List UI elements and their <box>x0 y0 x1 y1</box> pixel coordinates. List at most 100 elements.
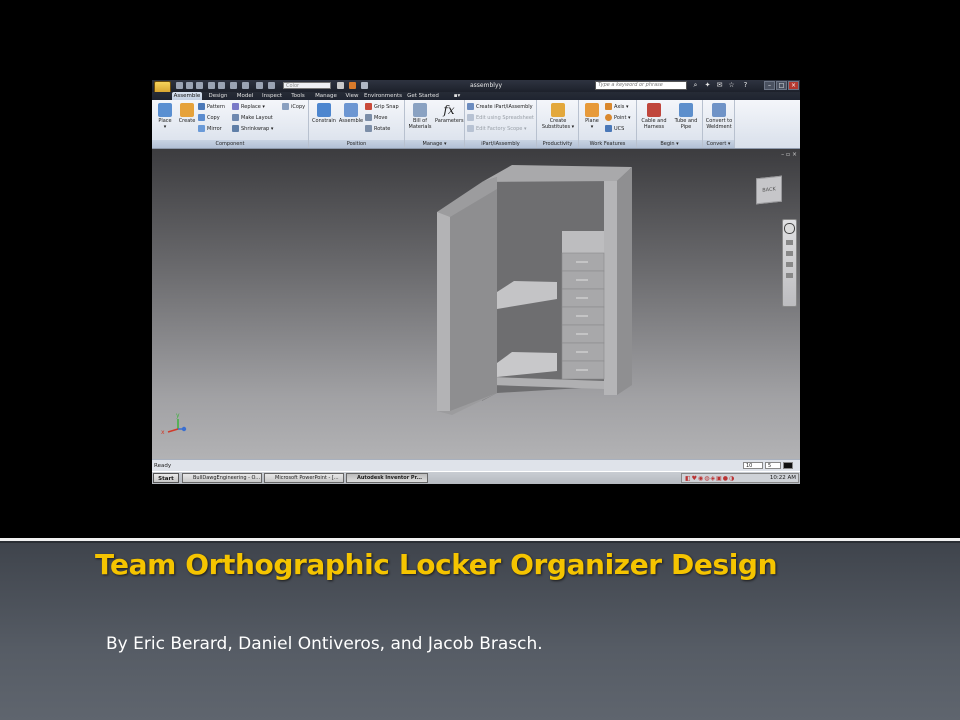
viewcube[interactable]: BACK <box>756 175 782 205</box>
component-icon[interactable] <box>268 82 275 89</box>
favorites-icon[interactable]: ☆ <box>728 82 735 89</box>
panel-position: Constrain Assemble Grip Snap Move Rotate… <box>309 100 405 148</box>
plane-icon <box>585 103 599 117</box>
graphics-viewport[interactable]: x y BACK – ▫ × <box>152 149 800 459</box>
create-ipart-button[interactable]: Create iPart/iAssembly <box>467 103 533 112</box>
new-icon[interactable] <box>176 82 183 89</box>
create-label: Create <box>178 118 196 124</box>
locker-door-front <box>437 212 450 411</box>
make-layout-button[interactable]: Make Layout <box>232 114 273 123</box>
taskbar-item-powerpoint[interactable]: Microsoft PowerPoint - [... <box>264 473 344 483</box>
icopy-button[interactable]: iCopy <box>282 103 305 112</box>
mirror-icon <box>198 125 205 132</box>
assemble-label: Assemble <box>338 118 364 124</box>
point-button[interactable]: Point ▾ <box>605 114 631 123</box>
factory-scope-icon <box>467 125 474 132</box>
close-button[interactable]: × <box>788 81 799 90</box>
mirror-button[interactable]: Mirror <box>198 125 222 134</box>
save-icon[interactable] <box>196 82 203 89</box>
windows-taskbar: Start BullDawgEngineering - O... Microso… <box>152 471 800 484</box>
grip-snap-label: Grip Snap <box>374 104 399 110</box>
ribbon-options-icon[interactable]: ▪▾ <box>450 92 464 100</box>
undo-icon[interactable] <box>208 82 215 89</box>
pattern-button[interactable]: Pattern <box>198 103 225 112</box>
grip-snap-button[interactable]: Grip Snap <box>365 103 399 112</box>
bill-label-line2: Materials <box>408 123 432 130</box>
status-count-2: 5 <box>765 462 781 469</box>
edit-factory-scope-button[interactable]: Edit Factory Scope ▾ <box>467 125 526 134</box>
tab-get-started[interactable]: Get Started <box>406 92 440 100</box>
ucs-button[interactable]: UCS <box>605 125 624 134</box>
tube-pipe-button[interactable]: Tube and Pipe <box>671 103 701 130</box>
constrain-button[interactable]: Constrain <box>311 103 337 125</box>
fx-icon[interactable] <box>337 82 344 89</box>
tab-environments[interactable]: Environments <box>364 92 402 100</box>
system-tray: ◧♥◉◍◈▣●◑ 10:22 AM <box>681 473 799 483</box>
start-button[interactable]: Start <box>153 473 179 483</box>
taskbar-item-inventor[interactable]: Autodesk Inventor Pr... <box>346 473 428 483</box>
communication-icon[interactable]: ✉ <box>716 82 723 89</box>
make-layout-label: Make Layout <box>241 115 273 121</box>
place-button[interactable]: Place ▾ <box>154 103 176 130</box>
replace-button[interactable]: Replace ▾ <box>232 103 265 112</box>
orbit-icon[interactable] <box>786 262 793 267</box>
navigation-bar <box>782 219 797 307</box>
tab-design[interactable]: Design <box>206 92 230 100</box>
panel-label-convert: Convert ▾ <box>703 140 734 148</box>
cabinet-right-side <box>617 167 632 395</box>
parameters-button[interactable]: fx Parameters <box>435 103 464 125</box>
drawer-stack <box>561 252 605 380</box>
convert-weldment-button[interactable]: Convert to Weldment <box>704 103 734 130</box>
clock: 10:22 AM <box>769 475 796 481</box>
plane-button[interactable]: Plane ▾ <box>580 103 604 130</box>
assemble-button[interactable]: Assemble <box>338 103 364 125</box>
place-icon <box>158 103 172 117</box>
open-icon[interactable] <box>186 82 193 89</box>
axis-button[interactable]: Axis ▾ <box>605 103 628 112</box>
tab-manage[interactable]: Manage <box>312 92 340 100</box>
color-select[interactable]: Color <box>283 82 331 89</box>
minimize-button[interactable]: – <box>764 81 775 90</box>
tab-assemble[interactable]: Assemble <box>172 92 202 100</box>
viewport-window-controls[interactable]: – ▫ × <box>781 151 797 158</box>
copy-button[interactable]: Copy <box>198 114 220 123</box>
parameters-label: Parameters <box>435 118 464 124</box>
create-button[interactable]: Create <box>176 103 198 125</box>
subscription-icon[interactable]: ✦ <box>704 82 711 89</box>
tab-view[interactable]: View <box>342 92 362 100</box>
rotate-button[interactable]: Rotate <box>365 125 390 134</box>
point-label: Point <box>614 115 627 121</box>
pan-icon[interactable] <box>786 240 793 245</box>
taskbar-item-browser[interactable]: BullDawgEngineering - O... <box>182 473 262 483</box>
material-icon[interactable] <box>349 82 356 89</box>
cable-harness-button[interactable]: Cable and Harness <box>639 103 669 130</box>
zoom-icon[interactable] <box>786 251 793 256</box>
create-substitutes-button[interactable]: Create Substitutes ▾ <box>540 103 576 130</box>
binoculars-icon[interactable]: ⌕ <box>692 82 699 89</box>
redo-icon[interactable] <box>218 82 225 89</box>
update-icon[interactable] <box>256 82 263 89</box>
look-at-icon[interactable] <box>786 273 793 278</box>
dropdown-icon[interactable] <box>361 82 368 89</box>
move-button[interactable]: Move <box>365 114 387 123</box>
tab-tools[interactable]: Tools <box>288 92 308 100</box>
edit-spreadsheet-button[interactable]: Edit using Spreadsheet <box>467 114 534 123</box>
restore-button[interactable]: □ <box>776 81 787 90</box>
shrinkwrap-button[interactable]: Shrinkwrap ▾ <box>232 125 273 134</box>
search-input[interactable]: Type a keyword or phrase <box>595 81 687 90</box>
tab-inspect[interactable]: Inspect <box>260 92 284 100</box>
plane-label: Plane <box>585 118 599 124</box>
tab-model[interactable]: Model <box>234 92 256 100</box>
bill-of-materials-button[interactable]: Bill of Materials <box>406 103 434 130</box>
slide-subtitle: By Eric Berard, Daniel Ontiveros, and Ja… <box>106 634 543 654</box>
inventor-screenshot: Color assemblyy Type a keyword or phrase… <box>152 80 800 484</box>
select-icon[interactable] <box>242 82 249 89</box>
cabinet-front-frame <box>604 181 617 395</box>
steering-wheel-icon[interactable] <box>784 223 795 234</box>
return-icon[interactable] <box>230 82 237 89</box>
help-icon[interactable]: ? <box>742 82 749 89</box>
svg-text:y: y <box>176 412 180 419</box>
locker-door <box>450 189 497 411</box>
status-count-1: 10 <box>743 462 763 469</box>
spreadsheet-icon <box>467 114 474 121</box>
